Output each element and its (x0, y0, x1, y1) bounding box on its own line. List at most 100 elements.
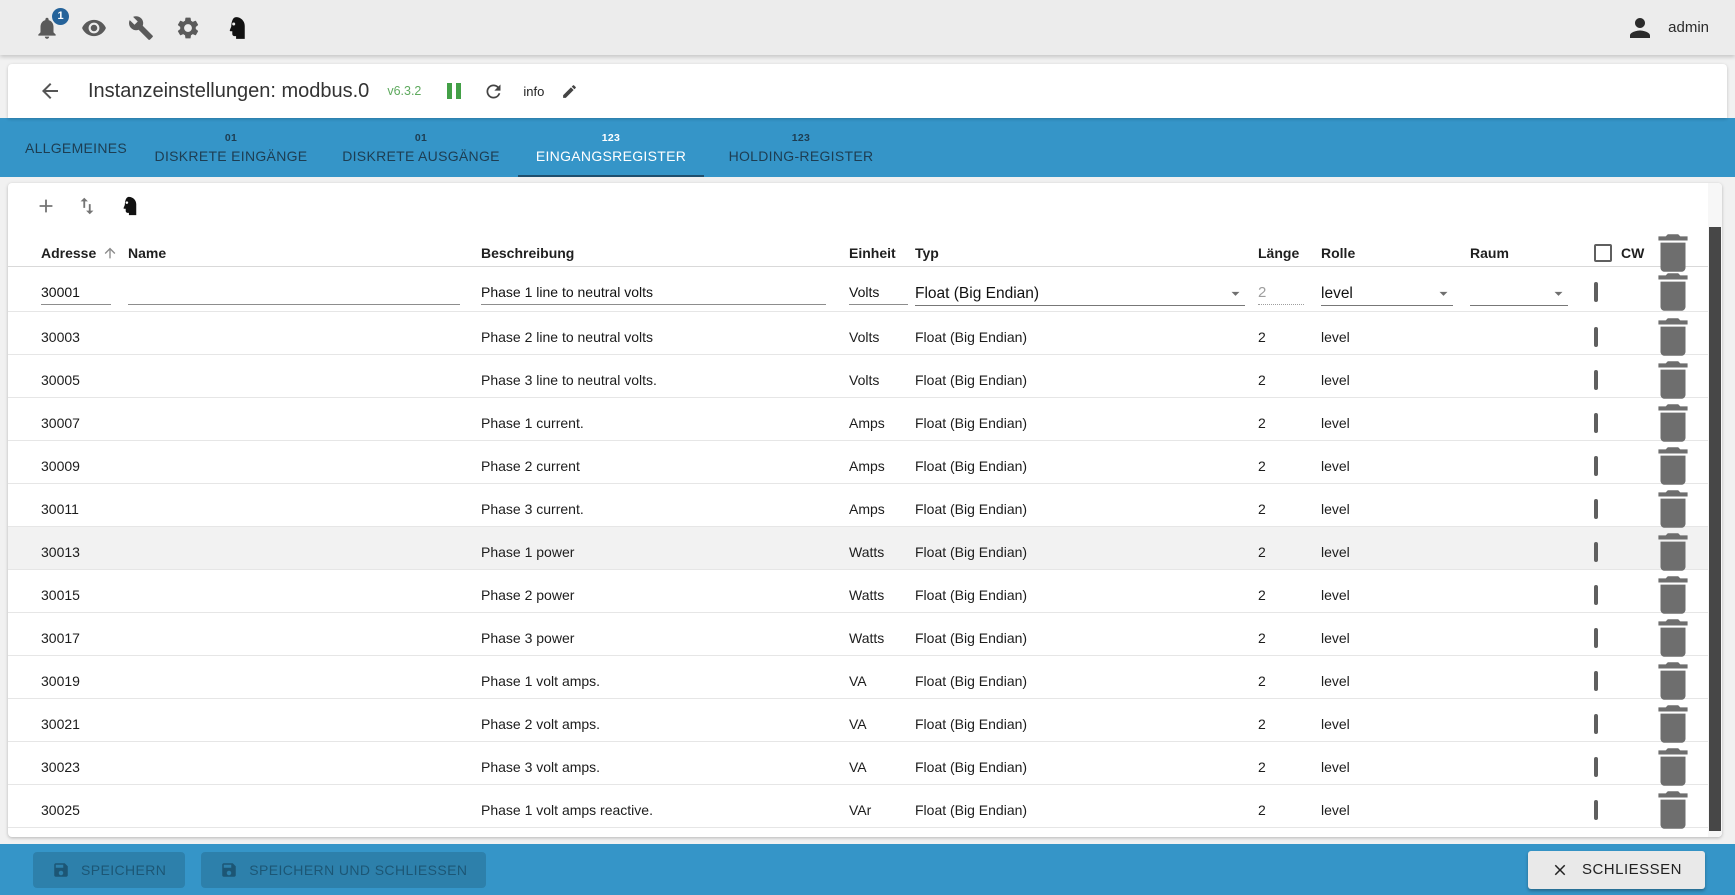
cw-checkbox[interactable] (1594, 628, 1598, 648)
save-and-close-button[interactable]: SPEICHERN UND SCHLIESSEN (201, 852, 486, 888)
table-row[interactable]: 30019 Phase 1 volt amps. VA Float (Big E… (8, 656, 1722, 699)
row-unit: Watts (849, 544, 915, 560)
row-unit: Watts (849, 587, 915, 603)
refresh-icon[interactable] (483, 81, 504, 102)
cw-checkbox[interactable] (1594, 671, 1598, 691)
scrollbar-thumb[interactable] (1709, 227, 1721, 831)
column-header-typ: Typ (915, 245, 1258, 261)
row-unit: VA (849, 673, 915, 689)
cw-checkbox[interactable] (1594, 413, 1598, 433)
cw-checkbox[interactable] (1594, 499, 1598, 519)
row-length: 2 (1258, 415, 1321, 431)
import-export-icon[interactable] (76, 195, 98, 217)
table-row[interactable]: 30009 Phase 2 current Amps Float (Big En… (8, 441, 1722, 484)
tab-allgemeines[interactable]: ALLGEMEINES (16, 118, 136, 177)
cw-checkbox[interactable] (1594, 585, 1598, 605)
tab-diskrete-eingaenge[interactable]: 01 DISKRETE EINGÄNGE (136, 118, 326, 177)
row-length: 2 (1258, 587, 1321, 603)
role-select[interactable]: level (1321, 278, 1453, 306)
tab-bar: ALLGEMEINES 01 DISKRETE EINGÄNGE 01 DISK… (0, 118, 1735, 177)
delete-row-icon[interactable] (1648, 267, 1698, 317)
row-address: 30021 (41, 716, 128, 732)
unit-input[interactable]: Volts (849, 279, 908, 305)
row-type: Float (Big Endian) (915, 587, 1258, 603)
table-row[interactable]: 30011 Phase 3 current. Amps Float (Big E… (8, 484, 1722, 527)
expert-mode-table-icon[interactable] (117, 195, 139, 217)
notifications-badge: 1 (52, 8, 69, 25)
name-input[interactable] (128, 279, 460, 305)
row-role: level (1321, 329, 1470, 345)
cw-checkbox[interactable] (1594, 456, 1598, 476)
add-row-icon[interactable] (35, 195, 57, 217)
table-row[interactable]: 30007 Phase 1 current. Amps Float (Big E… (8, 398, 1722, 441)
row-address: 30003 (41, 329, 128, 345)
cw-checkbox[interactable] (1594, 714, 1598, 734)
row-length: 2 (1258, 673, 1321, 689)
column-header-adresse[interactable]: Adresse (41, 245, 128, 261)
table-row[interactable]: 30025 Phase 1 volt amps reactive. VAr Fl… (8, 785, 1722, 828)
table-scrollbar (1708, 183, 1722, 837)
row-role: level (1321, 802, 1470, 818)
table-row[interactable]: 30003 Phase 2 line to neutral volts Volt… (8, 312, 1722, 355)
row-address: 30015 (41, 587, 128, 603)
wrench-icon[interactable] (128, 15, 154, 41)
table-row[interactable]: 30017 Phase 3 power Watts Float (Big End… (8, 613, 1722, 656)
table-row[interactable]: 30021 Phase 2 volt amps. VA Float (Big E… (8, 699, 1722, 742)
column-header-rolle: Rolle (1321, 245, 1470, 261)
adapter-version: v6.3.2 (387, 84, 421, 98)
user-menu[interactable]: admin (1625, 13, 1709, 43)
info-link[interactable]: info (523, 84, 544, 99)
row-unit: Volts (849, 372, 915, 388)
row-length: 2 (1258, 759, 1321, 775)
tab-holding-register[interactable]: 123 HOLDING-REGISTER (706, 118, 896, 177)
tab-count: 01 (415, 132, 427, 144)
save-button[interactable]: SPEICHERN (33, 852, 185, 888)
delete-row-icon[interactable] (1648, 785, 1698, 835)
tab-count: 123 (792, 132, 810, 144)
eye-icon[interactable] (81, 15, 107, 41)
type-select[interactable]: Float (Big Endian) (915, 278, 1245, 306)
expert-mode-icon[interactable] (222, 15, 248, 41)
cw-checkbox[interactable] (1594, 282, 1598, 302)
tab-diskrete-ausgaenge[interactable]: 01 DISKRETE AUSGÄNGE (326, 118, 516, 177)
user-avatar-icon (1625, 13, 1655, 43)
edit-pencil-icon[interactable] (561, 83, 578, 100)
row-description: Phase 2 volt amps. (481, 716, 849, 732)
column-header-raum: Raum (1470, 245, 1588, 261)
row-description: Phase 1 power (481, 544, 849, 560)
row-description: Phase 1 current. (481, 415, 849, 431)
cw-checkbox[interactable] (1594, 800, 1598, 820)
row-address: 30019 (41, 673, 128, 689)
address-input[interactable]: 30001 (41, 279, 111, 305)
notifications-icon[interactable]: 1 (34, 15, 60, 41)
cw-checkbox[interactable] (1594, 327, 1598, 347)
close-button[interactable]: SCHLIESSEN (1528, 851, 1705, 889)
table-row[interactable]: 30005 Phase 3 line to neutral volts. Vol… (8, 355, 1722, 398)
gear-icon[interactable] (175, 15, 201, 41)
table-row[interactable]: 30015 Phase 2 power Watts Float (Big End… (8, 570, 1722, 613)
back-arrow-icon[interactable] (38, 79, 62, 103)
select-all-checkbox[interactable] (1594, 244, 1612, 262)
dialog-header: Instanzeinstellungen: modbus.0 v6.3.2 in… (8, 64, 1727, 118)
pause-icon[interactable] (447, 83, 461, 99)
room-select[interactable] (1470, 278, 1568, 306)
row-address: 30005 (41, 372, 128, 388)
cw-checkbox[interactable] (1594, 370, 1598, 390)
table-row-editing[interactable]: 30001 Phase 1 line to neutral volts Volt… (8, 267, 1722, 312)
row-unit: Volts (849, 329, 915, 345)
row-description: Phase 3 line to neutral volts. (481, 372, 849, 388)
tab-eingangsregister[interactable]: 123 EINGANGSREGISTER (516, 118, 706, 177)
table-row[interactable]: 30013 Phase 1 power Watts Float (Big End… (8, 527, 1722, 570)
row-unit: Watts (849, 630, 915, 646)
row-role: level (1321, 716, 1470, 732)
row-address: 30011 (41, 501, 128, 517)
page-title: Instanzeinstellungen: modbus.0 (88, 80, 369, 103)
table-row[interactable]: 30023 Phase 3 volt amps. VA Float (Big E… (8, 742, 1722, 785)
cw-checkbox[interactable] (1594, 542, 1598, 562)
save-icon (52, 861, 70, 879)
table-toolbar (8, 183, 1722, 228)
row-type: Float (Big Endian) (915, 630, 1258, 646)
length-input-disabled: 2 (1258, 279, 1304, 305)
description-input[interactable]: Phase 1 line to neutral volts (481, 279, 826, 305)
cw-checkbox[interactable] (1594, 757, 1598, 777)
